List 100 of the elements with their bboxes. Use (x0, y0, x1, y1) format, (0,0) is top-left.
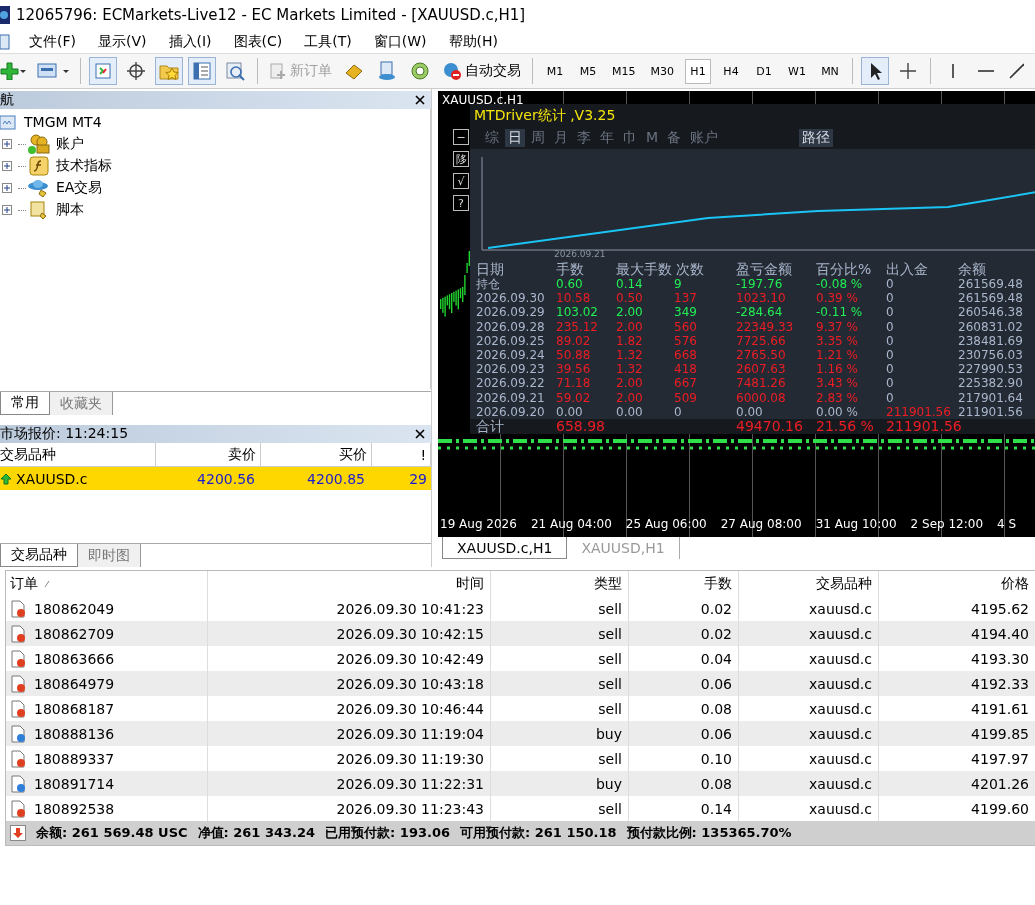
table-cell-text: 2026.09.29 (475, 305, 546, 320)
table-cell-text: 0 (886, 305, 895, 320)
menu-item[interactable]: 帮助(H) (437, 32, 509, 51)
table-cell-text: 4195.62 (970, 599, 1030, 619)
panel-button[interactable]: √ (453, 173, 469, 189)
menu-item[interactable]: 图表(C) (222, 32, 294, 51)
timeframe-button[interactable]: M15 (608, 58, 640, 84)
table-cell-text: 2607.63 (736, 362, 787, 377)
market-watch-icon[interactable] (90, 58, 116, 84)
close-icon[interactable] (415, 95, 425, 105)
table-cell-text: 39.56 (556, 362, 592, 377)
column-header[interactable]: 类型 (491, 571, 629, 596)
period-tab[interactable]: 李 (574, 129, 594, 147)
table-cell-text: 225382.90 (958, 376, 1024, 391)
period-tab[interactable]: M (643, 129, 662, 147)
column-header[interactable]: 交易品种 (0, 443, 156, 466)
close-icon[interactable] (415, 429, 425, 439)
timeframe-button[interactable]: D1 (751, 58, 777, 84)
profiles-icon[interactable] (37, 62, 71, 80)
menu-item[interactable]: 窗口(W) (362, 32, 438, 51)
expand-icon[interactable] (2, 161, 12, 171)
timeframe-button[interactable]: H1 (685, 58, 711, 84)
table-cell-text: 261569.48 (958, 277, 1024, 292)
panel-tab[interactable]: 常用 (0, 392, 50, 415)
table-cell-text: 2026.09.28 (475, 319, 546, 334)
table-cell-text: 0.50 (616, 291, 644, 306)
chart-tab[interactable]: XAUUSD.c,H1 (442, 537, 568, 559)
timeframe-button[interactable]: MN (817, 58, 843, 84)
terminal-icon[interactable] (189, 58, 215, 84)
panel-button[interactable]: 陊 (453, 151, 469, 167)
path-button[interactable]: 路径 (799, 129, 834, 147)
tree-item[interactable]: 账户 (56, 135, 84, 153)
period-tab[interactable]: 日 (505, 129, 525, 147)
table-cell-text: 0 (886, 376, 895, 391)
panel-title: MTDriver统计 ,V3.25 (470, 104, 1035, 128)
timeframe-button[interactable]: M5 (575, 58, 601, 84)
add-chart-icon[interactable] (0, 62, 26, 80)
table-cell-text: 0.00 (616, 404, 644, 419)
axis-label: 2026.09.21 (554, 249, 606, 259)
column-header[interactable]: 买价 (261, 443, 372, 466)
period-tab[interactable]: 巾 (620, 129, 640, 147)
period-tab[interactable]: 综 (482, 129, 502, 147)
table-cell-text: 238481.69 (958, 333, 1024, 348)
table-cell-text: 0 (886, 362, 895, 377)
timeframe-button[interactable]: M1 (542, 58, 568, 84)
column-header[interactable]: 手数 (629, 571, 739, 596)
period-tab[interactable]: 账户 (687, 129, 722, 147)
table-cell: 180862049 (34, 600, 115, 617)
table-cell: 0.06 (629, 671, 739, 696)
summary-text: 已用预付款: 193.06 (325, 824, 450, 842)
cursor-icon[interactable] (862, 58, 888, 84)
table-cell-text: 50.88 (556, 347, 592, 363)
panel-tab[interactable]: 即时图 (78, 544, 141, 567)
menu-item[interactable]: 插入(I) (157, 32, 223, 51)
panel-tab[interactable]: 收藏夹 (50, 392, 113, 415)
menu-item[interactable]: 工具(T) (293, 32, 363, 51)
panel-button[interactable]: ? (453, 195, 469, 211)
table-cell-text: 4194.40 (970, 624, 1030, 644)
expand-icon[interactable] (2, 183, 12, 193)
period-tab[interactable]: 备 (664, 129, 685, 147)
table-cell-text: 0 (886, 291, 895, 306)
panel-tab[interactable]: 交易品种 (0, 544, 78, 567)
summary-text: 可用预付款: 261 150.18 (460, 824, 617, 842)
column-header[interactable]: 交易品种 (739, 571, 879, 596)
column-header[interactable]: 卖价 (156, 443, 261, 466)
chart-title: XAUUSD.c,H1 (442, 93, 524, 107)
tree-item[interactable]: 脚本 (56, 201, 84, 219)
column-header[interactable]: 订单 (6, 571, 208, 596)
table-cell-text: 49470.16 (736, 418, 804, 434)
timeframe-button[interactable]: W1 (784, 58, 810, 84)
tree-item[interactable]: 技术指标 (56, 157, 112, 175)
menu-item[interactable]: 文件(F) (18, 32, 87, 51)
table-cell-text: 1.32 (616, 362, 644, 377)
table-cell-text: 2.00 (616, 376, 644, 391)
symbol-row[interactable]: XAUUSD.c 4200.56 4200.85 29 (0, 467, 431, 490)
new-order-icon (269, 62, 287, 80)
menu-item[interactable]: 显示(V) (87, 32, 158, 51)
table-cell-text: 2.00 (616, 319, 644, 334)
table-cell-text: 2.00 (616, 305, 644, 320)
column-header: 出入金 (886, 261, 929, 277)
timeframe-button[interactable]: H4 (718, 58, 744, 84)
tree-item[interactable]: TMGM MT4 (24, 114, 102, 130)
period-tab[interactable]: 周 (528, 129, 548, 147)
tree-item[interactable]: EA交易 (56, 179, 103, 197)
expand-icon[interactable] (2, 205, 12, 215)
timeframe-button[interactable]: M30 (646, 58, 678, 84)
table-cell: 180862709 (34, 625, 115, 642)
expand-icon[interactable] (2, 139, 12, 149)
table-cell-text: 509 (674, 390, 698, 405)
table-cell-text: 4200.85 (306, 470, 366, 487)
period-tab[interactable]: 年 (597, 129, 617, 147)
column-header[interactable]: ! (372, 443, 431, 466)
panel-title: 市场报价: 11:24:15 (0, 425, 129, 443)
table-cell-text: 1.82 (616, 333, 644, 348)
auto-trading-button[interactable]: 自动交易 (440, 59, 523, 83)
period-tab[interactable]: 月 (551, 129, 571, 147)
column-header[interactable]: 时间 (208, 571, 491, 596)
column-header[interactable]: 价格 (879, 571, 1035, 596)
table-cell-text: 217901.64 (958, 390, 1024, 405)
panel-button[interactable]: − (453, 129, 469, 145)
